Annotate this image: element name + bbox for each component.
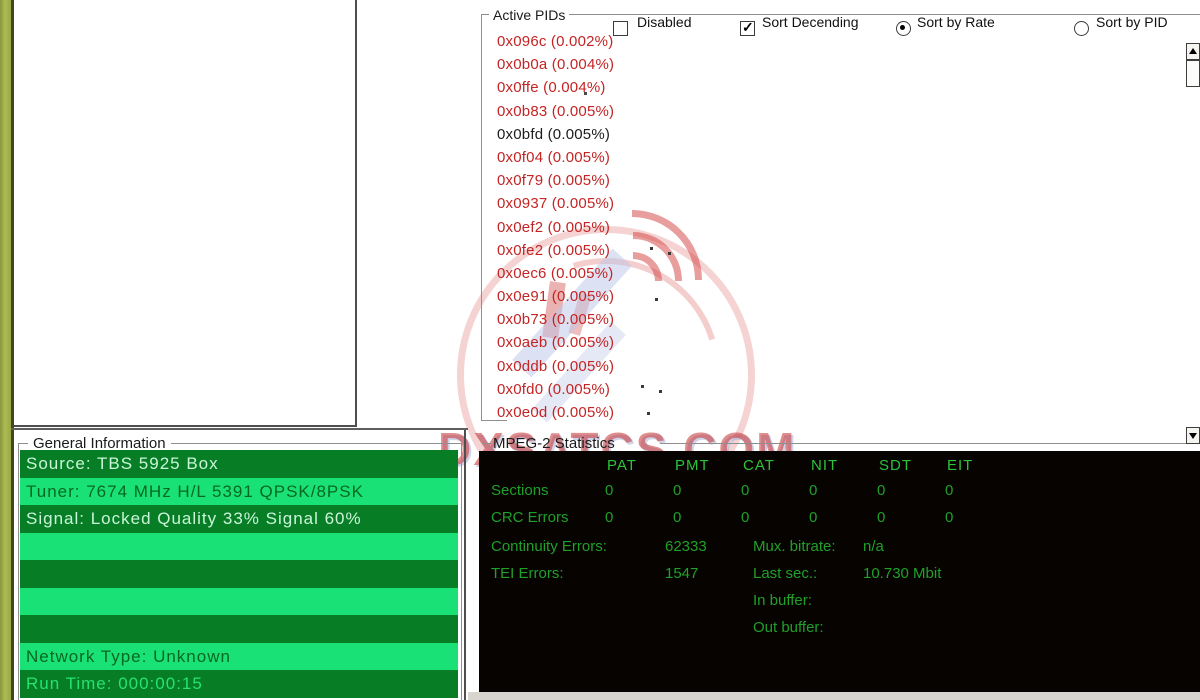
mpeg-cell-value: 0 [741, 482, 809, 499]
sort-by-rate-radio[interactable] [896, 21, 911, 36]
empty-display-panel [14, 0, 357, 427]
general-info-row [20, 588, 458, 616]
mpeg-stat-label: Last sec.: [753, 565, 863, 582]
pid-list-item[interactable]: 0x0e0d (0.005%) [497, 401, 747, 424]
pid-list-scrollbar[interactable] [1186, 43, 1200, 444]
mpeg-statistics-panel: PATPMTCATNITSDTEIT Sections000000CRC Err… [479, 451, 1200, 692]
pid-list-item[interactable]: 0x0fd0 (0.005%) [497, 378, 747, 401]
mpeg-stat-label: TEI Errors: [491, 565, 665, 582]
sort-descending-label[interactable]: Sort Decending [762, 14, 859, 30]
pid-list-item[interactable]: 0x0f04 (0.005%) [497, 146, 747, 169]
general-info-row [20, 560, 458, 588]
mpeg-cell-value: 0 [877, 482, 945, 499]
mpeg-cell-value: 0 [605, 509, 673, 526]
scroll-down-arrow-icon[interactable] [1186, 427, 1200, 444]
pid-list-item[interactable]: 0x0ec6 (0.005%) [497, 262, 747, 285]
mpeg-cell-value: 0 [809, 482, 877, 499]
mpeg-column-header: CAT [743, 457, 811, 474]
general-info-row [20, 533, 458, 561]
mpeg-cell-value: 0 [741, 509, 809, 526]
general-info-row: Network Type: Unknown [20, 643, 458, 671]
mpeg-column-header: EIT [947, 457, 1015, 474]
mpeg-cell-value: 0 [945, 509, 1013, 526]
pid-list-item[interactable]: 0x0ef2 (0.005%) [497, 216, 747, 239]
general-info-row: Tuner: 7674 MHz H/L 5391 QPSK/8PSK [20, 478, 458, 506]
pid-list-item[interactable]: 0x0937 (0.005%) [497, 192, 747, 215]
mpeg-section-row: CRC Errors000000 [491, 509, 1013, 526]
general-info-table: Source: TBS 5925 BoxTuner: 7674 MHz H/L … [20, 450, 458, 698]
mpeg-stat-line: Out buffer: [491, 619, 863, 636]
mpeg-cell-value: 0 [673, 482, 741, 499]
pid-list-item[interactable]: 0x0b0a (0.004%) [497, 53, 747, 76]
pid-list-item[interactable]: 0x0bfd (0.005%) [497, 123, 747, 146]
pid-list-item[interactable]: 0x0b83 (0.005%) [497, 100, 747, 123]
pid-list-item[interactable]: 0x0ffe (0.004%) [497, 76, 747, 99]
sort-by-pid-radio[interactable] [1074, 21, 1089, 36]
mpeg-column-header: PAT [607, 457, 675, 474]
window-edge-strip [0, 0, 11, 700]
pid-list-item[interactable]: 0x0b73 (0.005%) [497, 308, 747, 331]
mpeg-stat-label: In buffer: [753, 592, 863, 609]
active-pids-title: Active PIDs [489, 7, 569, 23]
mpeg-stat-value: 1547 [665, 565, 753, 582]
panel-bottom-strip [468, 692, 1200, 700]
mpeg-column-header: PMT [675, 457, 743, 474]
mpeg-groupbox-border [660, 443, 1200, 444]
general-info-row: Signal: Locked Quality 33% Signal 60% [20, 505, 458, 533]
sort-descending-checkbox[interactable] [740, 21, 755, 36]
sort-by-rate-label[interactable]: Sort by Rate [917, 14, 995, 30]
ts-analyzer-window: DXSATCS.COM Active PIDs Disabled Sort De… [0, 0, 1200, 700]
pid-list-item[interactable]: 0x0f79 (0.005%) [497, 169, 747, 192]
active-pids-groupbox-border [481, 14, 482, 421]
mpeg-stat-value: 62333 [665, 538, 753, 555]
pid-list: 0x096c (0.002%)0x0b0a (0.004%)0x0ffe (0.… [497, 30, 747, 424]
mpeg-stat-label: Mux. bitrate: [753, 538, 863, 555]
pid-list-item[interactable]: 0x0e91 (0.005%) [497, 285, 747, 308]
mpeg-column-headers: PATPMTCATNITSDTEIT [479, 457, 1015, 475]
mpeg-stat-value: n/a [863, 538, 884, 555]
general-info-row [20, 615, 458, 643]
scroll-up-arrow-icon[interactable] [1186, 43, 1200, 60]
scrollbar-thumb[interactable] [1186, 60, 1200, 87]
mpeg-row-label: Sections [491, 482, 605, 499]
mpeg-statistics-title: MPEG-2 Statistics [493, 435, 615, 452]
mpeg-column-header: NIT [811, 457, 879, 474]
sort-by-pid-label[interactable]: Sort by PID [1096, 14, 1168, 30]
mpeg-stat-line: In buffer: [491, 592, 863, 609]
mpeg-column-header: SDT [879, 457, 947, 474]
pid-list-item[interactable]: 0x0fe2 (0.005%) [497, 239, 747, 262]
mpeg-row-label: CRC Errors [491, 509, 605, 526]
mpeg-stat-line: TEI Errors:1547Last sec.:10.730 Mbit [491, 565, 941, 582]
disabled-checkbox[interactable] [613, 21, 628, 36]
screen-artifacts [0, 0, 3, 3]
mpeg-cell-value: 0 [809, 509, 877, 526]
mpeg-stat-line: Continuity Errors:62333Mux. bitrate:n/a [491, 538, 884, 555]
disabled-label[interactable]: Disabled [637, 14, 691, 30]
pid-list-item[interactable]: 0x0ddb (0.005%) [497, 355, 747, 378]
mpeg-cell-value: 0 [605, 482, 673, 499]
general-info-row: Run Time: 000:00:15 [20, 670, 458, 698]
mpeg-stat-label: Continuity Errors: [491, 538, 665, 555]
mpeg-cell-value: 0 [877, 509, 945, 526]
pid-list-item[interactable]: 0x0aeb (0.005%) [497, 331, 747, 354]
mpeg-groupbox-border [482, 443, 491, 444]
mpeg-stat-value: 10.730 Mbit [863, 565, 941, 582]
mpeg-section-row: Sections000000 [491, 482, 1013, 499]
general-info-row: Source: TBS 5925 Box [20, 450, 458, 478]
mpeg-stat-label: Out buffer: [753, 619, 863, 636]
mpeg-cell-value: 0 [945, 482, 1013, 499]
mpeg-cell-value: 0 [673, 509, 741, 526]
